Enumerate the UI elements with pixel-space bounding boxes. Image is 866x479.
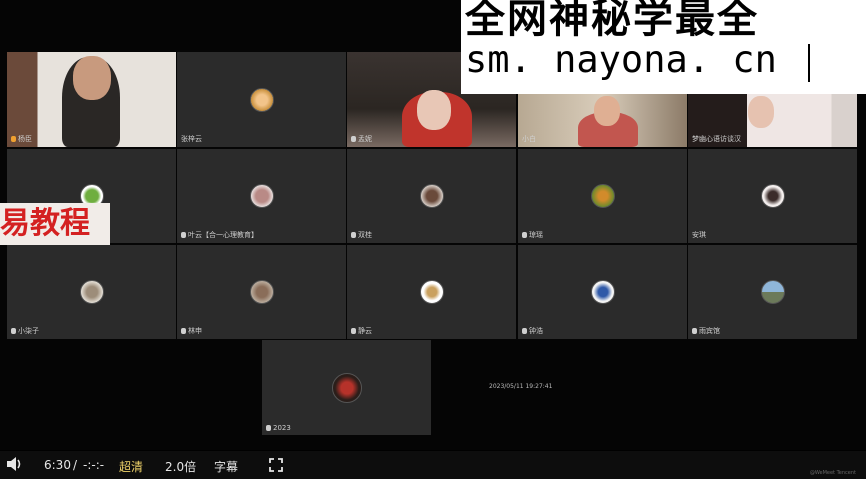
- participant-tile[interactable]: 林申: [177, 245, 346, 339]
- participant-name: 张梓云: [181, 135, 202, 143]
- participant-tile[interactable]: 杨臣: [7, 52, 176, 147]
- participant-tile[interactable]: 小柒子: [7, 245, 176, 339]
- participant-tile[interactable]: 小白: [518, 94, 687, 147]
- avatar-icon: [249, 184, 274, 208]
- participant-name: 2023: [266, 424, 291, 432]
- participant-name: 静云: [351, 326, 372, 336]
- avatar-icon: [590, 280, 615, 304]
- participant-tile[interactable]: 梦幽心语访谈汉: [688, 94, 857, 147]
- mic-icon: [266, 425, 271, 431]
- avatar-icon: [760, 184, 785, 208]
- mic-icon: [181, 232, 186, 238]
- participant-name: 雨宾馆: [692, 326, 720, 336]
- participant-face: [417, 90, 451, 130]
- participant-name: 琼瑶: [522, 230, 543, 240]
- avatar-icon: [249, 87, 274, 112]
- participant-name: 小白: [522, 135, 536, 143]
- participant-face: [73, 56, 111, 100]
- participant-name: 安琪: [692, 231, 706, 239]
- avatar-icon: [331, 372, 362, 403]
- participant-face: [748, 96, 774, 128]
- time-separator: /: [73, 458, 78, 472]
- subtitles-button[interactable]: 字幕: [214, 458, 238, 475]
- mic-icon: [181, 328, 186, 334]
- mic-icon: [522, 232, 527, 238]
- participant-name: 梦幽心语访谈汉: [692, 135, 741, 143]
- watermark-text: 易教程: [0, 203, 110, 245]
- participant-tile[interactable]: 2023: [262, 340, 431, 435]
- participant-tile[interactable]: 雨宾馆: [688, 245, 857, 339]
- current-time: 6:30: [44, 458, 71, 472]
- player-controls: 6:30 / -:-:- 超清 2.0倍 字幕 @WeMeet Tencent: [0, 451, 866, 479]
- mic-icon: [351, 232, 356, 238]
- site-banner: 全网神秘学最全 sm. nayona. cn: [461, 0, 866, 94]
- volume-icon[interactable]: [6, 456, 24, 475]
- participant-name: 林申: [181, 326, 202, 336]
- mic-icon: [692, 328, 697, 334]
- duration: -:-:-: [83, 458, 105, 472]
- mic-icon: [11, 328, 16, 334]
- avatar-icon: [419, 280, 444, 304]
- quality-button[interactable]: 超清: [119, 458, 143, 475]
- mic-icon: [351, 328, 356, 334]
- participant-tile[interactable]: 钟浩: [518, 245, 687, 339]
- text-caret: [808, 44, 810, 82]
- banner-url: sm. nayona. cn: [465, 38, 777, 81]
- participant-name: 双桂: [351, 230, 372, 240]
- participant-name: 小柒子: [11, 326, 39, 336]
- avatar-icon: [249, 280, 274, 304]
- avatar-icon: [590, 184, 615, 208]
- participant-tile[interactable]: 安琪: [688, 149, 857, 243]
- avatar-icon: [419, 184, 444, 208]
- speed-button[interactable]: 2.0倍: [165, 458, 196, 475]
- participant-tile[interactable]: 张梓云: [177, 52, 346, 147]
- participant-name: 叶云【合一心理教育】: [181, 230, 258, 240]
- participant-tile[interactable]: 叶云【合一心理教育】: [177, 149, 346, 243]
- participant-face: [594, 96, 620, 126]
- participant-name: 钟浩: [522, 326, 543, 336]
- mic-icon: [351, 136, 356, 142]
- mic-icon: [11, 136, 16, 142]
- participant-name: 杨臣: [11, 134, 32, 144]
- fullscreen-icon[interactable]: [269, 458, 283, 475]
- participant-name: 孟妮: [351, 134, 372, 144]
- corner-tag: @WeMeet Tencent: [809, 470, 856, 476]
- participant-tile[interactable]: 琼瑶: [518, 149, 687, 243]
- avatar-icon: [760, 280, 785, 304]
- mic-icon: [522, 328, 527, 334]
- participant-tile[interactable]: 静云: [347, 245, 516, 339]
- participant-tile[interactable]: 双桂: [347, 149, 516, 243]
- recording-timestamp: 2023/05/11 19:27:41: [489, 383, 553, 390]
- avatar-icon: [79, 280, 104, 304]
